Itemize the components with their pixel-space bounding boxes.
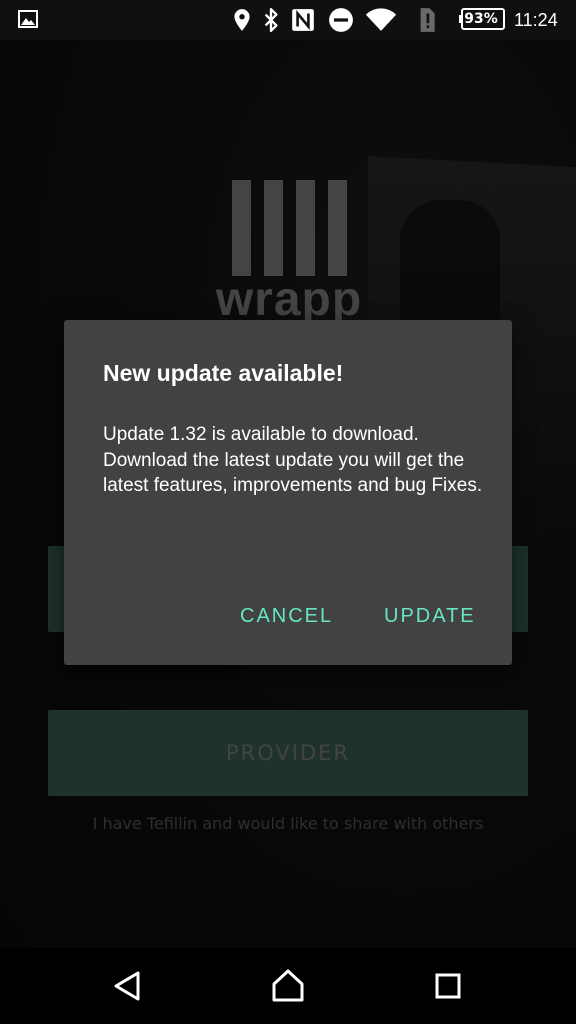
cancel-button[interactable]: CANCEL [232,596,341,636]
update-button[interactable]: UPDATE [376,596,484,636]
home-icon[interactable] [268,966,308,1006]
status-bar: 93% 11:24 [0,0,576,40]
battery-percent: 93% [464,11,498,27]
navigation-bar [0,948,576,1024]
dialog-message: Update 1.32 is available to download. Do… [103,424,483,496]
recents-icon[interactable] [428,966,468,1006]
do-not-disturb-icon [329,8,353,32]
battery-indicator: 93% [459,8,505,30]
wifi-icon [365,8,397,31]
sim-alert-icon [420,8,435,32]
screen: 93% 11:24 wrapp PROVIDER I have Tefillin… [0,0,576,1024]
dialog-title: New update available! [103,360,344,386]
back-icon[interactable] [108,966,148,1006]
bluetooth-icon [264,7,278,33]
location-icon [234,9,250,31]
gallery-icon [18,10,38,28]
nfc-icon [292,9,314,31]
update-dialog: New update available! Update 1.32 is ava… [64,320,512,665]
clock: 11:24 [514,10,558,30]
